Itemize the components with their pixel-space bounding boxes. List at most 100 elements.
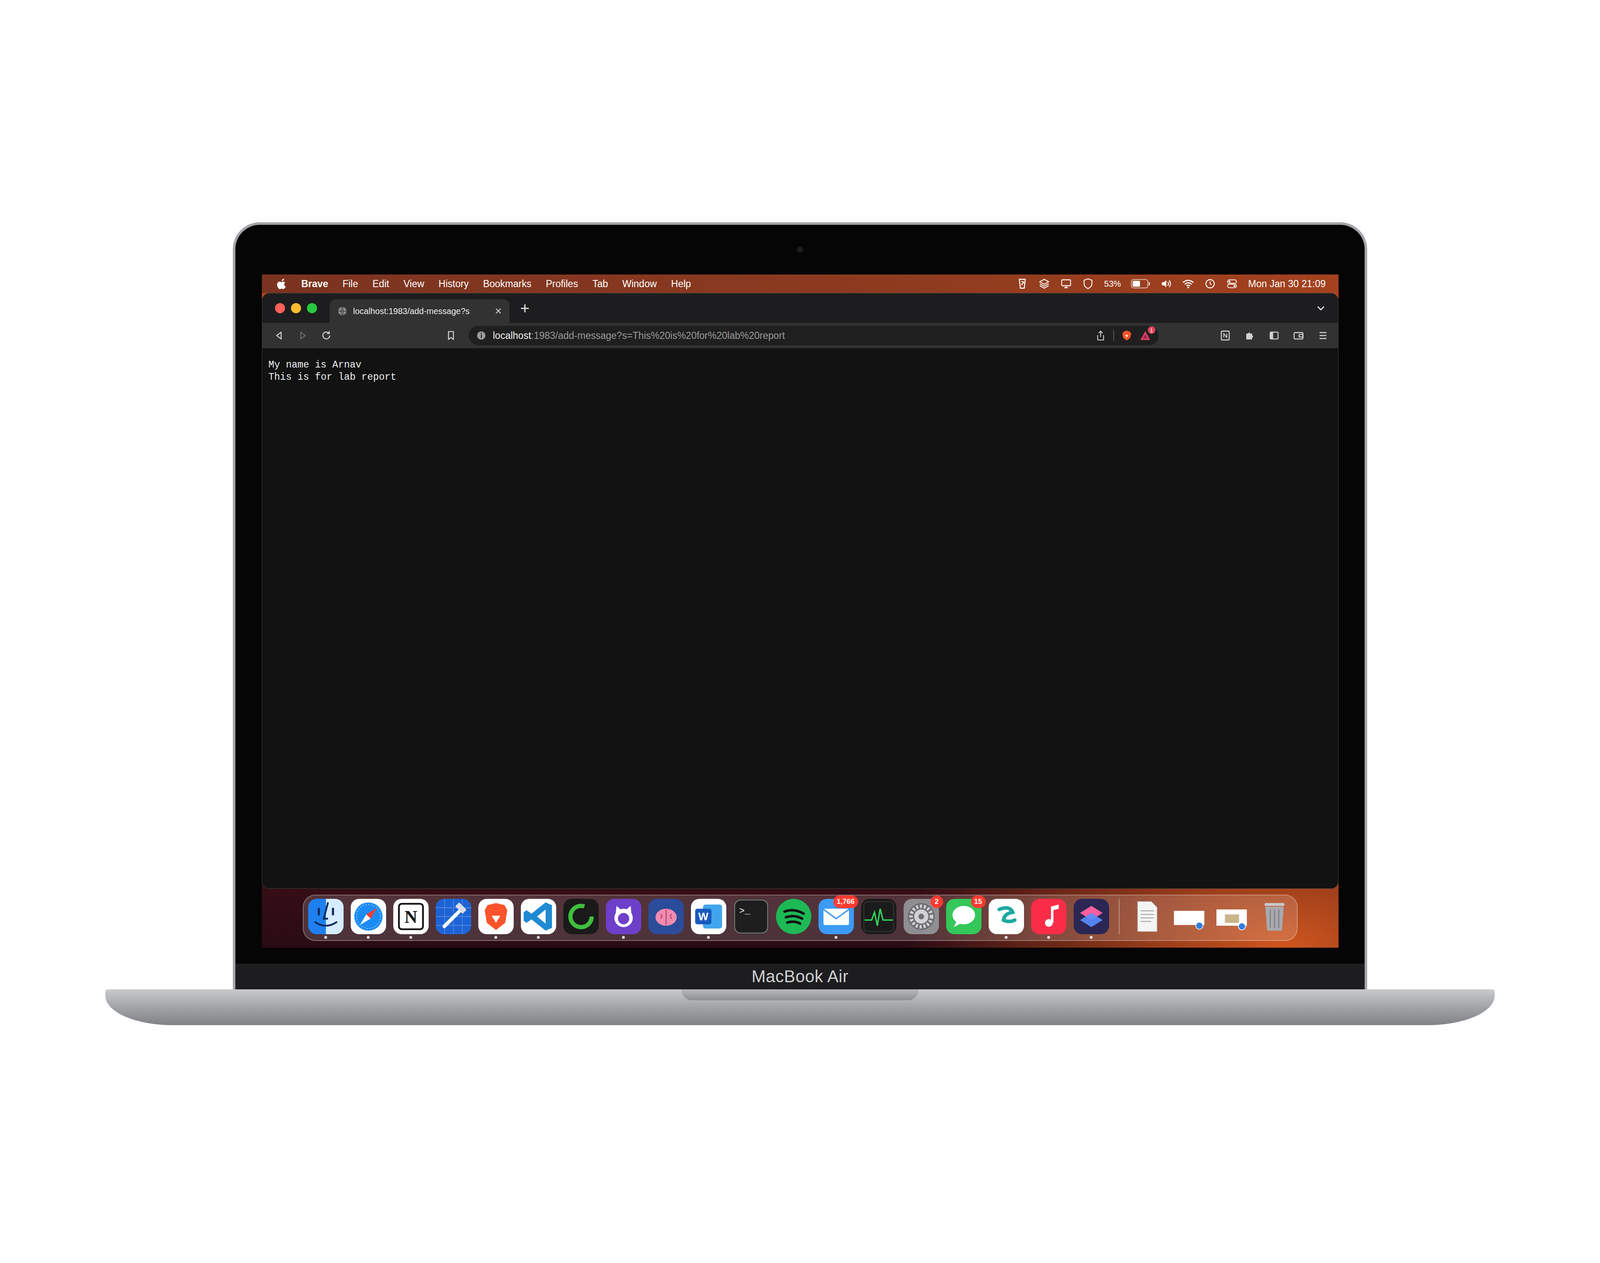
wallet-icon[interactable] <box>1292 329 1305 342</box>
apple-icon[interactable] <box>277 277 288 290</box>
time-machine-icon[interactable] <box>1204 277 1216 290</box>
minimized-window-icon[interactable] <box>1214 898 1250 935</box>
document-icon[interactable] <box>1129 898 1165 935</box>
dock-item[interactable]: >_ <box>733 898 769 941</box>
dock-item[interactable] <box>1214 898 1250 941</box>
menu-item[interactable]: Help <box>671 278 691 290</box>
ring-icon[interactable] <box>563 898 599 935</box>
svg-text:>_: >_ <box>738 906 751 917</box>
dock-item[interactable] <box>308 898 344 941</box>
running-indicator-row <box>494 934 498 941</box>
zoom-window-icon[interactable] <box>306 303 318 314</box>
terminal-icon[interactable]: >_ <box>733 898 769 935</box>
menu-item[interactable]: Window <box>622 278 657 290</box>
control-center-icon[interactable] <box>1226 277 1238 290</box>
dock-item[interactable] <box>861 898 897 941</box>
window-controls <box>262 303 330 314</box>
trash-icon[interactable] <box>1256 898 1293 935</box>
wifi-icon[interactable] <box>1182 277 1195 290</box>
vpn-icon[interactable] <box>1016 277 1029 290</box>
brave-shields-icon[interactable] <box>1120 329 1133 342</box>
dock-item[interactable] <box>1256 898 1293 941</box>
bookmark-icon[interactable] <box>445 329 457 342</box>
settings-icon[interactable]: 2 <box>903 898 939 935</box>
dock-item[interactable]: N <box>393 898 429 941</box>
volume-icon[interactable] <box>1160 277 1173 290</box>
puzzle-icon[interactable] <box>1243 329 1256 342</box>
dock-item[interactable]: 15 <box>946 898 982 941</box>
safari-icon[interactable] <box>350 898 387 935</box>
dock-item[interactable] <box>478 898 514 941</box>
dock-item[interactable] <box>350 898 387 941</box>
finder-icon[interactable] <box>308 898 344 935</box>
dock-item[interactable] <box>1031 898 1067 941</box>
notification-badge: 15 <box>970 895 986 909</box>
dock-item[interactable] <box>776 898 812 941</box>
xcode-icon[interactable] <box>435 898 472 935</box>
menu-item[interactable]: Bookmarks <box>482 278 532 290</box>
menu-item[interactable]: Edit <box>372 278 390 290</box>
battery-icon[interactable] <box>1130 279 1151 289</box>
menu-item[interactable]: Profiles <box>545 278 579 290</box>
music-icon[interactable] <box>1031 898 1067 935</box>
app-menu[interactable]: Brave <box>301 278 329 290</box>
info-icon[interactable] <box>476 330 487 341</box>
shield-icon[interactable] <box>1082 277 1094 290</box>
running-dot <box>536 936 540 939</box>
dock-item[interactable]: 1,766 <box>818 898 854 941</box>
menu-icon[interactable] <box>1317 329 1329 342</box>
opening-notch <box>681 989 919 1001</box>
surfshark-icon[interactable] <box>988 898 1024 935</box>
menu-item[interactable]: Tab <box>592 278 608 290</box>
vscode-icon[interactable] <box>520 898 557 935</box>
github-icon[interactable] <box>605 898 642 935</box>
tab-close-button[interactable]: × <box>494 305 502 318</box>
tab-title: localhost:1983/add-message?s <box>353 306 490 317</box>
new-tab-button[interactable]: + <box>520 300 530 317</box>
menu-item[interactable]: View <box>403 278 424 290</box>
notion-extension-icon[interactable] <box>1219 329 1232 342</box>
reload-icon[interactable] <box>320 329 333 342</box>
menu-item[interactable]: History <box>438 278 470 290</box>
chevron-down-icon[interactable] <box>1314 301 1328 315</box>
camera-icon <box>797 247 803 253</box>
minimize-window-icon[interactable] <box>290 303 302 314</box>
menu-item[interactable]: File <box>342 278 358 290</box>
minimized-window-icon[interactable] <box>1171 898 1208 935</box>
brave-icon[interactable] <box>478 898 514 935</box>
dock-item[interactable] <box>520 898 557 941</box>
address-field[interactable]: localhost:1983/add-message?s=This%20is%2… <box>468 325 1159 346</box>
dock-item[interactable] <box>1129 898 1165 941</box>
activity-icon[interactable] <box>861 898 897 935</box>
dock-item[interactable] <box>435 898 472 941</box>
notion-icon[interactable]: N <box>393 898 429 935</box>
dock-item[interactable] <box>988 898 1024 941</box>
layers-icon[interactable] <box>1038 277 1051 290</box>
dock-item[interactable] <box>563 898 599 941</box>
sidebar-icon[interactable] <box>1268 329 1280 342</box>
brain-icon[interactable] <box>648 898 684 935</box>
url-text[interactable]: localhost:1983/add-message?s=This%20is%2… <box>493 330 1088 342</box>
shortcuts-icon[interactable] <box>1073 898 1110 935</box>
dock-item[interactable]: W <box>690 898 727 941</box>
dock-item[interactable] <box>605 898 642 941</box>
dock-item[interactable]: 2 <box>903 898 939 941</box>
clock[interactable]: Mon Jan 30 21:09 <box>1248 278 1326 290</box>
brave-rewards[interactable]: 1 <box>1139 329 1152 342</box>
dock-item[interactable] <box>1171 898 1208 941</box>
spotify-icon[interactable] <box>776 898 812 935</box>
share-icon[interactable] <box>1094 329 1107 342</box>
messages-icon[interactable]: 15 <box>946 898 982 935</box>
close-window-icon[interactable] <box>274 303 286 314</box>
mail-icon[interactable]: 1,766 <box>818 898 854 935</box>
display-icon[interactable] <box>1060 277 1072 290</box>
word-icon[interactable]: W <box>690 898 727 935</box>
dock-item[interactable] <box>1073 898 1110 941</box>
dock-item[interactable] <box>648 898 684 941</box>
running-indicator-row <box>1089 934 1093 941</box>
page-text-line: This is for lab report <box>268 371 1332 384</box>
browser-tab[interactable]: localhost:1983/add-message?s × <box>329 299 510 323</box>
label-strip: MacBook Air <box>235 963 1365 990</box>
back-arrow-icon[interactable] <box>273 329 286 342</box>
forward-arrow-icon[interactable] <box>296 329 309 342</box>
